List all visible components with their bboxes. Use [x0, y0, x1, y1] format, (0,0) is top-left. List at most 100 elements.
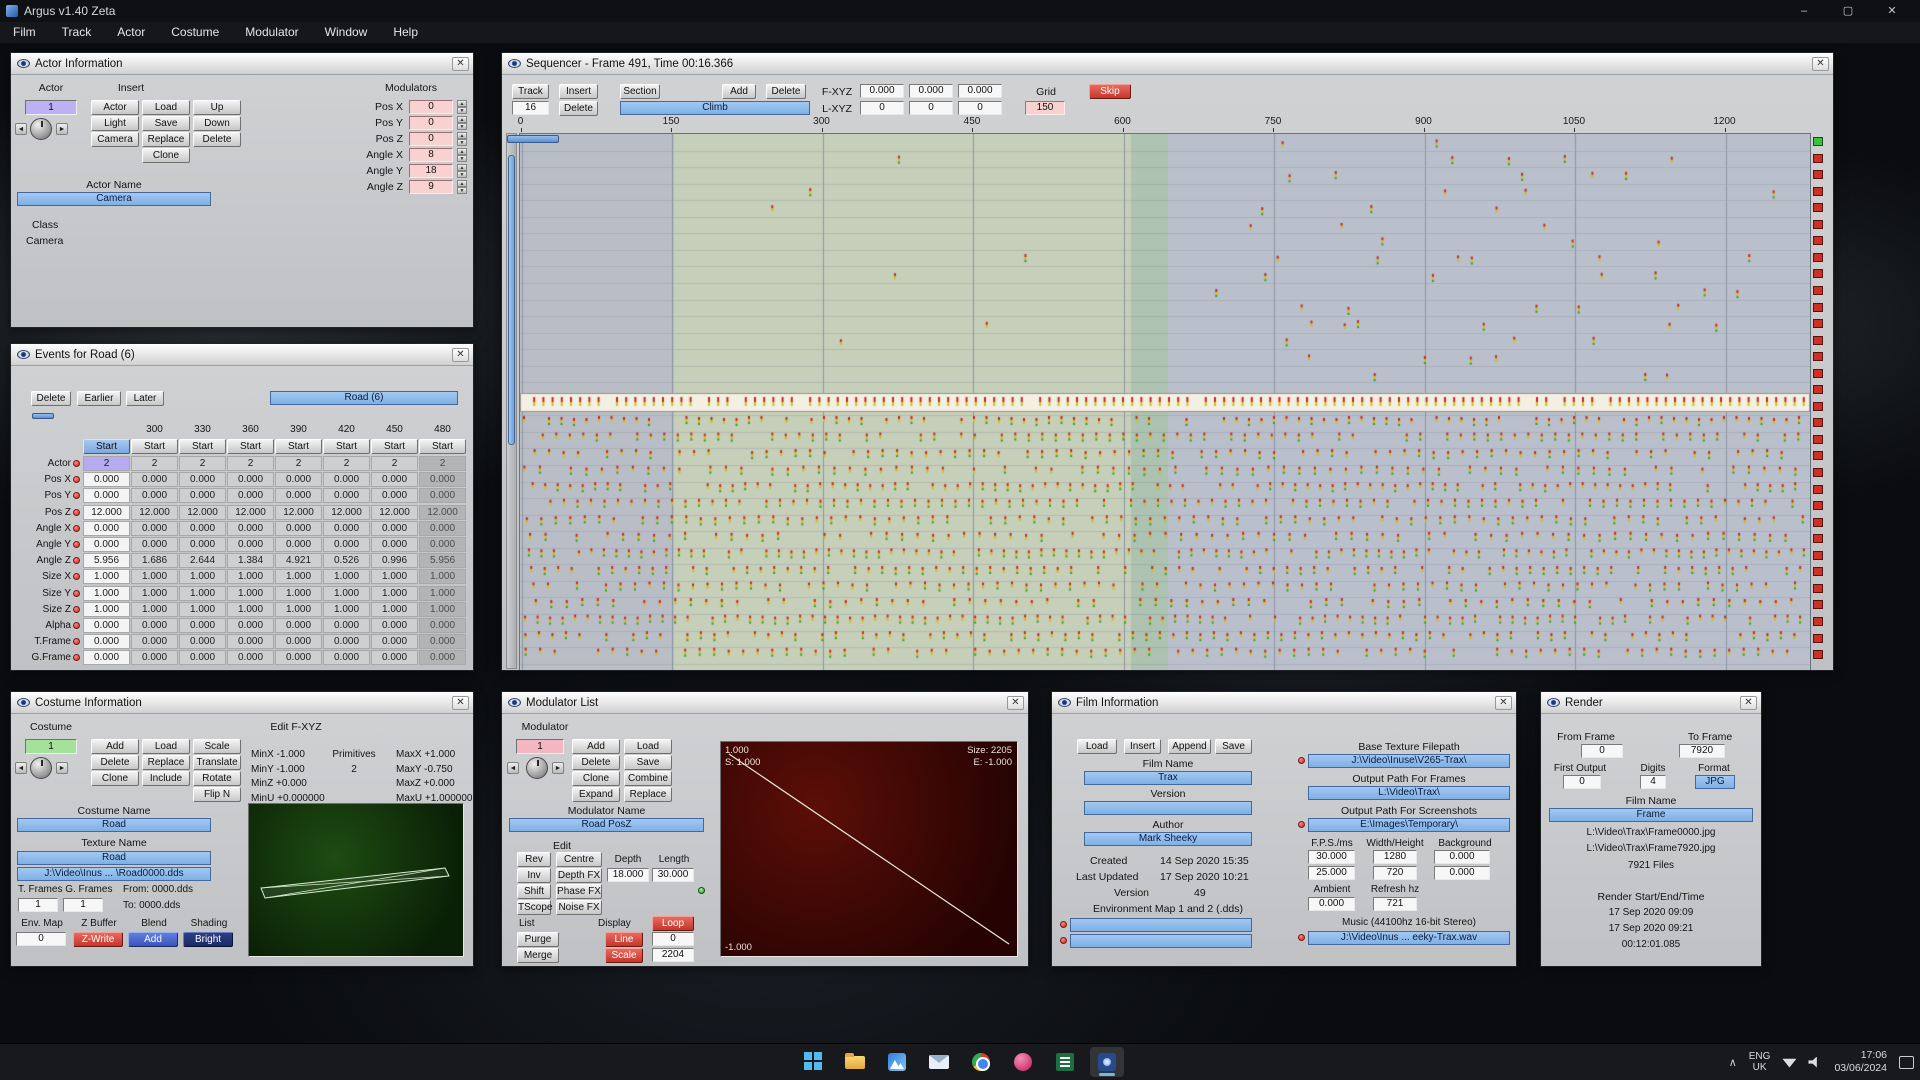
- sequencer-marker-red[interactable]: [1813, 187, 1823, 196]
- events-start-button[interactable]: Start: [179, 439, 226, 454]
- fps-value-2[interactable]: 25.000: [1308, 866, 1355, 880]
- events-cell[interactable]: 0.000: [323, 618, 370, 633]
- actor-number-field[interactable]: 1: [25, 100, 77, 115]
- scale-button[interactable]: Scale: [605, 948, 643, 963]
- events-cell[interactable]: 0.000: [179, 537, 226, 552]
- spinner-down-icon[interactable]: ▼: [457, 171, 467, 178]
- shift-button[interactable]: Shift: [517, 884, 551, 899]
- events-cell[interactable]: 12.000: [419, 505, 466, 520]
- events-cell[interactable]: 2: [179, 456, 226, 471]
- seq-track-value[interactable]: 16: [512, 101, 549, 115]
- modulator-knob[interactable]: [526, 757, 548, 779]
- costume-number-field[interactable]: 1: [25, 739, 77, 754]
- events-cell[interactable]: 0.000: [83, 537, 130, 552]
- costume-prev-icon[interactable]: ◄: [15, 762, 27, 774]
- events-start-button[interactable]: Start: [83, 439, 130, 454]
- events-cell[interactable]: 0.000: [131, 618, 178, 633]
- events-cell[interactable]: 5.956: [83, 553, 130, 568]
- film-name-field[interactable]: Trax: [1084, 771, 1252, 785]
- spinner-up-icon[interactable]: ▲: [457, 148, 467, 155]
- env-field-2[interactable]: [1070, 934, 1252, 948]
- events-cell[interactable]: 12.000: [83, 505, 130, 520]
- costume-add-button[interactable]: Add: [91, 739, 139, 754]
- to-frame-field[interactable]: 7920: [1679, 744, 1725, 758]
- actor-clone-button[interactable]: Clone: [142, 148, 190, 163]
- menu-track[interactable]: Track: [49, 22, 105, 43]
- events-cell[interactable]: 0.000: [275, 618, 322, 633]
- events-cell[interactable]: 0.000: [275, 537, 322, 552]
- sequencer-marker-red[interactable]: [1813, 617, 1823, 626]
- sequencer-marker-red[interactable]: [1813, 319, 1823, 328]
- actor-delete-button[interactable]: Delete: [193, 132, 241, 147]
- film-save-button[interactable]: Save: [1215, 739, 1252, 754]
- events-cell[interactable]: 1.686: [131, 553, 178, 568]
- events-cell[interactable]: 0.000: [227, 634, 274, 649]
- env-map-value[interactable]: 0: [16, 932, 66, 946]
- events-cell[interactable]: 0.000: [227, 521, 274, 536]
- events-cell[interactable]: 0.000: [419, 537, 466, 552]
- events-start-button[interactable]: Start: [323, 439, 370, 454]
- sequencer-marker-red[interactable]: [1813, 650, 1823, 659]
- sequencer-grid[interactable]: [519, 133, 1811, 670]
- events-cell[interactable]: 0.000: [371, 634, 418, 649]
- sequencer-marker-red[interactable]: [1813, 369, 1823, 378]
- events-later-button[interactable]: Later: [126, 391, 164, 406]
- events-cell[interactable]: 5.956: [419, 553, 466, 568]
- events-cell[interactable]: 1.000: [419, 602, 466, 617]
- env-field-1[interactable]: [1070, 918, 1252, 932]
- costume-replace-button[interactable]: Replace: [142, 755, 190, 770]
- texture-path-field[interactable]: J:\Video\Inus ... \Road0000.dds: [17, 867, 211, 881]
- depth-fx-button[interactable]: Depth FX: [556, 868, 602, 883]
- menu-window[interactable]: Window: [312, 22, 381, 43]
- modulator-field-value[interactable]: 0: [409, 116, 453, 130]
- events-cell[interactable]: 12.000: [131, 505, 178, 520]
- loop-button[interactable]: Loop: [652, 916, 694, 931]
- events-cell[interactable]: 2: [275, 456, 322, 471]
- events-cell[interactable]: 0.000: [179, 618, 226, 633]
- window-titlebar[interactable]: Modulator List ✕: [502, 692, 1028, 714]
- actor-replace-button[interactable]: Replace: [142, 132, 190, 147]
- seq-grid-value[interactable]: 150: [1025, 101, 1065, 115]
- events-earlier-button[interactable]: Earlier: [77, 391, 121, 406]
- sequencer-marker-red[interactable]: [1813, 203, 1823, 212]
- events-cell[interactable]: 0.000: [275, 521, 322, 536]
- events-cell[interactable]: 0.996: [371, 553, 418, 568]
- digits-field[interactable]: 4: [1640, 775, 1666, 789]
- noise-fx-button[interactable]: Noise FX: [556, 900, 602, 915]
- sequencer-hscrollbar[interactable]: [507, 135, 559, 143]
- events-cell[interactable]: 0.526: [323, 553, 370, 568]
- clock[interactable]: 17:06 03/06/2024: [1834, 1049, 1887, 1075]
- line-value-field[interactable]: 0: [652, 932, 694, 946]
- events-start-button[interactable]: Start: [131, 439, 178, 454]
- render-film-name-field[interactable]: Frame: [1549, 808, 1753, 822]
- sequencer-marker-red[interactable]: [1813, 634, 1823, 643]
- menu-modulator[interactable]: Modulator: [232, 22, 311, 43]
- events-cell[interactable]: 1.000: [227, 602, 274, 617]
- sequencer-marker-red[interactable]: [1813, 468, 1823, 477]
- version-field[interactable]: [1084, 801, 1252, 815]
- events-cell[interactable]: 0.000: [131, 634, 178, 649]
- events-cell[interactable]: 1.384: [227, 553, 274, 568]
- scale-value-field[interactable]: 2204: [652, 948, 694, 962]
- tscope-button[interactable]: TScope: [517, 900, 551, 915]
- events-cell[interactable]: 0.000: [227, 650, 274, 665]
- film-insert-button[interactable]: Insert: [1124, 739, 1161, 754]
- modulator-clone-button[interactable]: Clone: [572, 771, 620, 786]
- fps-value-1[interactable]: 30.000: [1308, 850, 1355, 864]
- events-cell[interactable]: 0.000: [419, 618, 466, 633]
- events-cell[interactable]: 1.000: [227, 569, 274, 584]
- seq-fxyz-value[interactable]: 0.000: [860, 84, 904, 98]
- events-cell[interactable]: 0.000: [419, 650, 466, 665]
- seq-section-delete-button[interactable]: Delete: [766, 84, 806, 99]
- sequencer-marker-red[interactable]: [1813, 170, 1823, 179]
- events-cell[interactable]: 0.000: [419, 634, 466, 649]
- events-cell[interactable]: 1.000: [83, 569, 130, 584]
- close-icon[interactable]: ✕: [1812, 57, 1829, 71]
- modulator-field-value[interactable]: 9: [409, 180, 453, 194]
- close-icon[interactable]: ✕: [1870, 0, 1914, 22]
- events-cell[interactable]: 12.000: [371, 505, 418, 520]
- seq-fxyz-value[interactable]: 0.000: [958, 84, 1002, 98]
- merge-button[interactable]: Merge: [517, 948, 559, 963]
- events-cell[interactable]: 0.000: [323, 521, 370, 536]
- actor-next-icon[interactable]: ►: [56, 123, 68, 135]
